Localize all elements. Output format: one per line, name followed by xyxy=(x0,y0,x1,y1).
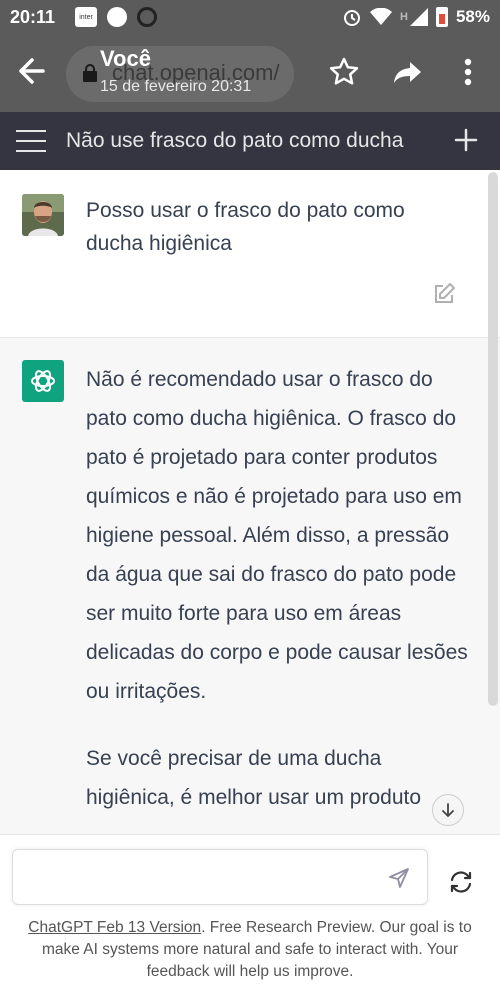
chat-area: Posso usar o frasco do pato como ducha h… xyxy=(0,170,500,834)
user-avatar xyxy=(22,194,64,236)
status-bar: 20:11 inter H 58% xyxy=(0,0,500,34)
lock-icon xyxy=(83,64,97,82)
hamburger-menu-icon[interactable] xyxy=(16,130,46,152)
assistant-paragraph: Não é recomendado usar o frasco do pato … xyxy=(86,368,468,703)
send-icon[interactable] xyxy=(387,866,411,890)
chatgpt-logo-icon xyxy=(22,360,64,402)
scrollbar[interactable] xyxy=(488,172,498,706)
regenerate-icon[interactable] xyxy=(448,869,474,895)
user-message-text: Posso usar o frasco do pato como ducha h… xyxy=(86,199,405,255)
assistant-paragraph: Se você precisar de uma ducha higiênica,… xyxy=(86,747,422,809)
message-input-box[interactable] xyxy=(12,849,428,905)
new-chat-plus-icon[interactable] xyxy=(454,128,478,152)
tab-date: 15 de fevereiro 20:31 xyxy=(100,78,252,95)
signal-icon xyxy=(409,8,428,26)
share-icon[interactable] xyxy=(392,56,424,88)
footer-disclaimer: ChatGPT Feb 13 Version. Free Research Pr… xyxy=(14,917,486,983)
conversation-title: Não use frasco do pato como ducha xyxy=(66,129,404,152)
browser-toolbar: chat.openai.com/ Você 15 de fevereiro 20… xyxy=(0,34,500,112)
user-message: Posso usar o frasco do pato como ducha h… xyxy=(0,170,500,338)
composer-area: ChatGPT Feb 13 Version. Free Research Pr… xyxy=(0,834,500,1000)
scroll-to-bottom-button[interactable] xyxy=(432,794,464,826)
wifi-icon xyxy=(370,8,393,25)
notification-ring-icon xyxy=(137,7,158,27)
status-time: 20:11 xyxy=(10,6,56,27)
app-header: Não use frasco do pato como ducha xyxy=(0,112,500,170)
version-link[interactable]: ChatGPT Feb 13 Version xyxy=(28,919,201,936)
more-vertical-icon[interactable] xyxy=(452,56,484,88)
inter-app-icon: inter xyxy=(75,7,98,27)
edit-icon[interactable] xyxy=(432,282,456,306)
network-type-label: H xyxy=(400,11,408,23)
tab-title: Você xyxy=(100,46,151,71)
star-icon[interactable] xyxy=(328,56,360,88)
assistant-message-text: Não é recomendado usar o frasco do pato … xyxy=(86,360,468,834)
arrow-down-icon xyxy=(442,803,454,818)
alarm-icon xyxy=(344,10,361,26)
back-arrow-icon[interactable] xyxy=(16,54,50,88)
message-input[interactable] xyxy=(13,850,373,904)
battery-icon xyxy=(435,7,448,27)
battery-percent: 58% xyxy=(455,7,490,26)
notification-dot-icon xyxy=(107,7,128,27)
assistant-message: Não é recomendado usar o frasco do pato … xyxy=(0,338,500,834)
